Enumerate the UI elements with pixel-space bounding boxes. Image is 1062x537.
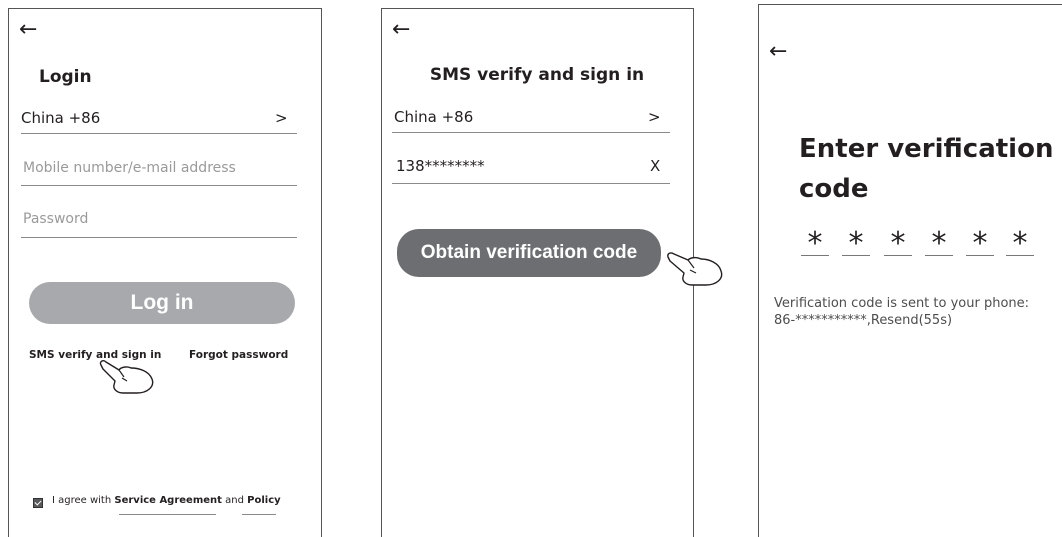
agree-checkbox[interactable] [33,498,43,508]
code-digit-underline [966,255,994,256]
chevron-right-icon[interactable]: > [648,108,661,126]
code-digit-underline [1006,255,1034,256]
phone-underline [392,183,670,184]
policy-underline [242,514,276,515]
title-line-1: Enter verification [799,134,1054,164]
country-selector[interactable]: China +86 [394,108,473,126]
login-screen: ← Login China +86 > Mobile number/e-mail… [8,8,322,537]
title-line-2: code [799,174,869,204]
page-title: SMS verify and sign in [429,65,645,85]
back-arrow-icon[interactable]: ← [769,41,787,63]
message-line-1: Verification code is sent to your phone: [774,296,1030,311]
chevron-right-icon[interactable]: > [275,109,288,127]
login-button[interactable]: Log in [29,282,295,324]
pointing-hand-icon [667,252,723,286]
page-title: Login [39,67,92,87]
username-underline [21,185,297,186]
password-input[interactable]: Password [23,211,88,227]
code-digit-underline [842,255,870,256]
service-agreement-underline [119,514,216,515]
country-underline [21,133,297,134]
page-title: Enter verification code [799,129,1053,209]
agree-prefix: I agree with [52,495,112,506]
country-underline [392,132,670,133]
code-digit-underline [884,255,912,256]
service-agreement-link[interactable]: Service Agreement [114,495,222,506]
agree-and: and [225,495,244,506]
verification-code-screen: ← Enter verification code * * * * * * Ve… [758,4,1062,537]
verification-message: Verification code is sent to your phone:… [774,295,1029,329]
phone-input[interactable]: 138******** [396,157,485,175]
agreement-text: I agree with Service Agreement and Polic… [52,495,281,506]
code-digit-underline [801,255,829,256]
masked-phone-text[interactable]: 86-***********,Resend(55s) [774,313,952,328]
forgot-password-link[interactable]: Forgot password [189,349,288,361]
clear-input-button[interactable]: X [650,157,660,175]
sms-verify-screen: ← SMS verify and sign in China +86 > 138… [381,8,723,537]
pointing-hand-icon [99,360,154,394]
country-selector[interactable]: China +86 [21,109,100,127]
back-arrow-icon[interactable]: ← [19,19,37,41]
password-underline [21,237,297,238]
obtain-code-button[interactable]: Obtain verification code [397,229,661,277]
code-digit-underline [925,255,953,256]
back-arrow-icon[interactable]: ← [392,19,410,41]
username-input[interactable]: Mobile number/e-mail address [23,160,236,176]
policy-link[interactable]: Policy [247,495,281,506]
